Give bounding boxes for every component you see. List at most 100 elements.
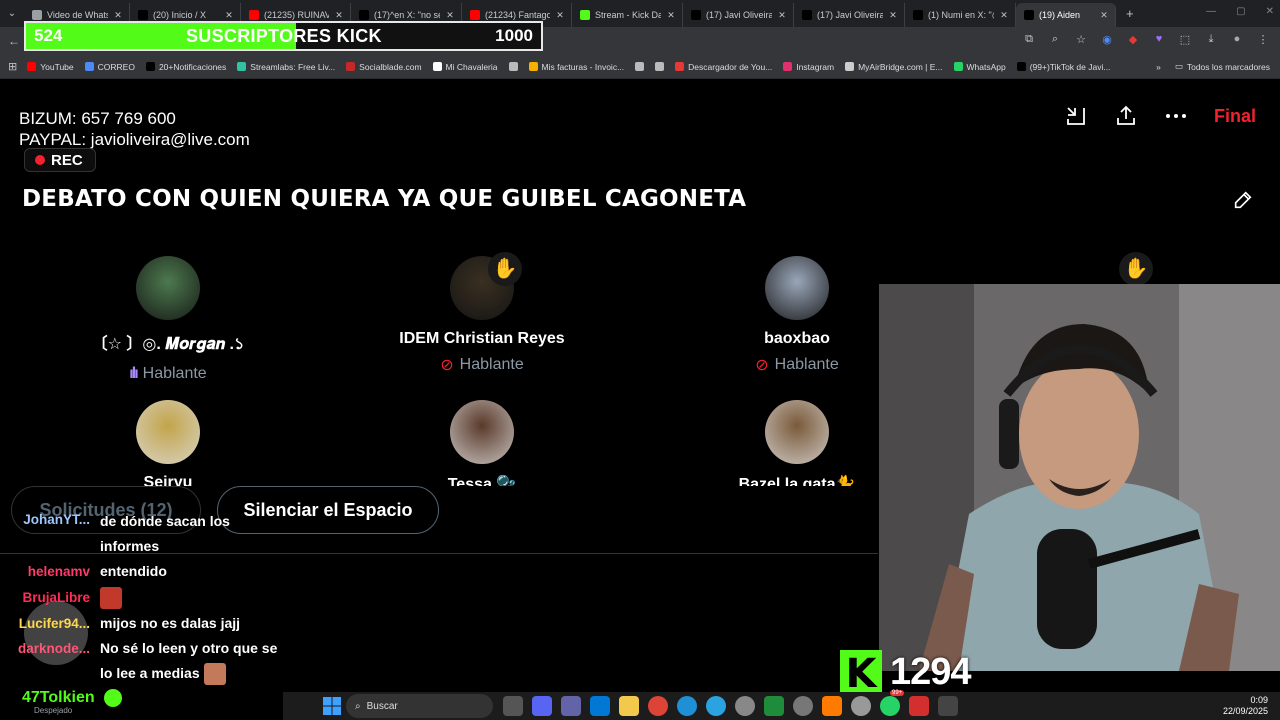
- outlook-icon[interactable]: [590, 696, 610, 716]
- minimize-space-icon[interactable]: [1064, 104, 1088, 128]
- system-clock[interactable]: 0:09 22/09/2025: [1223, 695, 1268, 717]
- app-icon[interactable]: [851, 696, 871, 716]
- bookmark-item[interactable]: MyAirBridge.com | E...: [845, 61, 943, 72]
- bookmark-item[interactable]: Mis facturas - Invoic...: [528, 62, 624, 72]
- bookmark-favicon-icon: [432, 62, 442, 71]
- tab-favicon-icon: [138, 10, 148, 20]
- bookmark-item[interactable]: Streamlabs: Free Liv...: [237, 62, 335, 72]
- browser-tab[interactable]: (17) Javi Oliveira ✕: [794, 3, 905, 27]
- tab-favicon-icon: [913, 10, 923, 20]
- bookmark-item[interactable]: Socialblade.com: [346, 62, 422, 72]
- more-options-icon[interactable]: [1164, 104, 1188, 128]
- speaker-card[interactable]: 〔☆ 〕◎. 𝑴𝒐𝒓𝒈𝒂𝒏 .১ ılı Hablante: [38, 256, 298, 383]
- tab-favicon-icon: [470, 10, 480, 20]
- tab-close-icon[interactable]: ✕: [999, 10, 1009, 21]
- speaker-name: 〔☆ 〕◎. 𝑴𝒐𝒓𝒈𝒂𝒏 .১: [91, 336, 245, 353]
- chat-username: Lucifer94...: [18, 616, 90, 631]
- bookmark-item[interactable]: [655, 62, 665, 71]
- profile-avatar[interactable]: ●: [1230, 33, 1244, 46]
- minimize-icon[interactable]: —: [1206, 6, 1216, 17]
- menu-kebab-icon[interactable]: ⋮: [1256, 33, 1270, 46]
- edit-icon[interactable]: [1232, 189, 1254, 211]
- bookmark-item[interactable]: [508, 62, 518, 71]
- bizum-line: BIZUM: 657 769 600: [19, 109, 176, 128]
- file-explorer-icon[interactable]: [619, 696, 639, 716]
- windows-taskbar: ⌕ Buscar 99+ 0:09 22/09/2025: [283, 690, 1280, 720]
- app-icon[interactable]: [764, 696, 784, 716]
- bookmark-item[interactable]: Mi Chavaleria: [432, 62, 498, 72]
- maximize-icon[interactable]: ▢: [1236, 6, 1245, 17]
- new-tab-button[interactable]: +: [1116, 6, 1144, 21]
- tab-favicon-icon: [249, 10, 259, 20]
- bookmark-item[interactable]: Instagram: [783, 62, 834, 72]
- extension-icon[interactable]: ◆: [1126, 33, 1140, 46]
- browser-tab[interactable]: (17) Javi Oliveira ✕: [683, 3, 794, 27]
- telegram-icon[interactable]: [706, 696, 726, 716]
- avatar: [136, 256, 200, 320]
- share-icon[interactable]: [1114, 104, 1138, 128]
- app-icon[interactable]: [793, 696, 813, 716]
- speaker-card[interactable]: ✋ IDEM Christian Reyes ⊘ Hablante: [352, 252, 612, 375]
- more-bookmarks-button[interactable]: »: [1156, 62, 1161, 72]
- extensions-puzzle-icon[interactable]: ⬚: [1178, 33, 1192, 46]
- settings-icon[interactable]: [938, 696, 958, 716]
- browser-tab[interactable]: Stream - Kick Das ✕: [572, 3, 683, 27]
- tab-close-icon[interactable]: ✕: [224, 10, 234, 21]
- zoom-icon[interactable]: ⌕: [1048, 33, 1062, 46]
- chat-text: de dónde sacan los informes: [100, 513, 230, 554]
- chat-username: JohanYT...: [23, 512, 90, 527]
- app-icon[interactable]: [822, 696, 842, 716]
- taskbar-app-icons: 99+: [503, 690, 958, 716]
- tab-close-icon[interactable]: ✕: [666, 10, 676, 21]
- tab-close-icon[interactable]: ✕: [113, 10, 123, 21]
- bookmark-item[interactable]: Descargador de You...: [675, 62, 772, 72]
- browser-tab[interactable]: (1) Numi en X: "@ ✕: [905, 3, 1016, 27]
- tab-close-icon[interactable]: ✕: [777, 10, 787, 21]
- avatar: [765, 400, 829, 464]
- bookmark-item[interactable]: (99+)TikTok de Javi...: [1016, 62, 1110, 72]
- tab-close-icon[interactable]: ✕: [888, 10, 898, 21]
- end-space-button[interactable]: Final: [1214, 106, 1256, 127]
- close-window-icon[interactable]: ✕: [1266, 6, 1274, 17]
- tab-close-icon[interactable]: ✕: [555, 10, 565, 21]
- listener-card[interactable]: Seiryu: [38, 400, 298, 486]
- star-icon[interactable]: ☆: [1074, 33, 1088, 46]
- bookmark-item[interactable]: YouTube: [27, 62, 74, 72]
- avatar: [765, 256, 829, 320]
- all-bookmarks-folder[interactable]: ▭ Todos los marcadores: [1175, 61, 1270, 72]
- avatar: [136, 400, 200, 464]
- bookmark-item[interactable]: 20+Notificaciones: [145, 61, 227, 72]
- app-icon[interactable]: [735, 696, 755, 716]
- listener-name: Bazel la gata🐈: [738, 476, 856, 486]
- chat-emote: [203, 663, 226, 686]
- download-icon[interactable]: ⤓: [1204, 33, 1218, 46]
- task-view-icon[interactable]: [503, 696, 523, 716]
- tab-close-icon[interactable]: ✕: [445, 10, 455, 21]
- extension-icon[interactable]: ◉: [1100, 33, 1114, 46]
- chrome-icon[interactable]: [648, 696, 668, 716]
- bookmark-item[interactable]: CORREO: [84, 62, 135, 72]
- bookmark-label: MyAirBridge.com | E...: [858, 61, 943, 72]
- install-icon[interactable]: ⧉: [1022, 33, 1036, 46]
- app-icon[interactable]: [909, 696, 929, 716]
- tab-close-icon[interactable]: ✕: [1099, 10, 1109, 21]
- whatsapp-icon[interactable]: 99+: [880, 690, 905, 716]
- windows-start-icon[interactable]: [323, 697, 341, 720]
- taskbar-search-input[interactable]: ⌕ Buscar: [346, 694, 493, 718]
- browser-tab[interactable]: (19) Aiden ✕: [1016, 3, 1116, 27]
- chat-text: No sé lo leen y otro que se lo lee a med…: [100, 636, 280, 686]
- listener-card[interactable]: Tessa 🫧: [352, 400, 612, 486]
- apps-grid-icon[interactable]: ⊞: [8, 60, 17, 73]
- edge-icon[interactable]: [677, 696, 697, 716]
- listener-card[interactable]: Bazel la gata🐈: [667, 400, 878, 486]
- bookmark-label: 20+Notificaciones: [158, 61, 227, 72]
- bookmark-item[interactable]: WhatsApp: [953, 62, 1006, 72]
- discord-icon[interactable]: [532, 696, 552, 716]
- bookmark-item[interactable]: [635, 62, 645, 71]
- bookmark-label: Streamlabs: Free Liv...: [250, 61, 336, 72]
- teams-icon[interactable]: [561, 696, 581, 716]
- tab-close-icon[interactable]: ✕: [334, 10, 344, 21]
- tab-search-icon[interactable]: ⌄: [0, 0, 24, 27]
- avatar: [450, 400, 514, 464]
- extension-icon[interactable]: ♥: [1152, 33, 1166, 46]
